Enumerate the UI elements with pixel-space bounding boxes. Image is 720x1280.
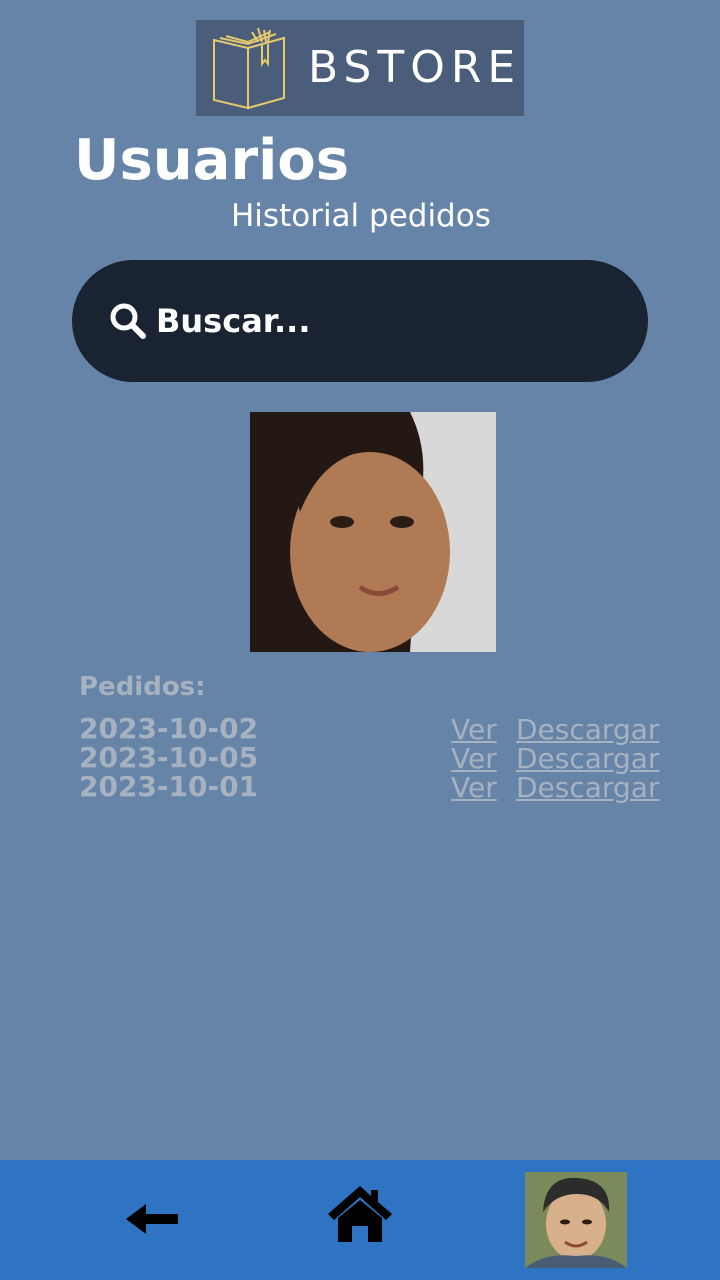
user-face-icon bbox=[250, 412, 496, 652]
orders-label: Pedidos: bbox=[79, 672, 206, 702]
orders-list: 2023-10-02 Ver Descargar 2023-10-05 Ver … bbox=[79, 712, 659, 804]
home-icon[interactable] bbox=[324, 1182, 396, 1244]
page-subtitle: Historial pedidos bbox=[231, 198, 491, 234]
search-bar[interactable] bbox=[72, 260, 648, 382]
brand-logo: BSTORE bbox=[196, 20, 524, 116]
download-order-link[interactable]: Descargar bbox=[516, 770, 659, 806]
view-order-link[interactable]: Ver bbox=[451, 770, 497, 806]
profile-face-icon bbox=[525, 1172, 627, 1268]
order-row: 2023-10-05 Ver Descargar bbox=[79, 741, 659, 775]
order-row: 2023-10-01 Ver Descargar bbox=[79, 770, 659, 804]
book-logo-icon bbox=[213, 27, 285, 110]
arrow-left-icon[interactable] bbox=[122, 1198, 182, 1240]
page-title: Usuarios bbox=[74, 128, 350, 193]
search-input[interactable] bbox=[156, 290, 616, 352]
order-date: 2023-10-01 bbox=[79, 770, 259, 803]
profile-avatar[interactable] bbox=[525, 1172, 627, 1268]
user-photo bbox=[250, 412, 496, 652]
brand-name: BSTORE bbox=[308, 42, 522, 93]
search-icon bbox=[110, 303, 146, 339]
order-row: 2023-10-02 Ver Descargar bbox=[79, 712, 659, 746]
